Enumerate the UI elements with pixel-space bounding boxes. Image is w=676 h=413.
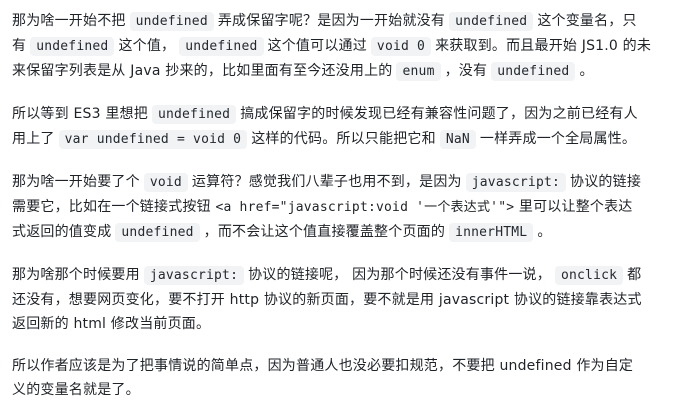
text-line: 用上了 var undefined = void 0 这样的代码。所以只能把它和 Na…	[12, 127, 664, 152]
text-run: 来获取到。而且最开始 JS1.0 的未	[435, 38, 652, 54]
text-run: 这个值，	[118, 38, 176, 54]
article-body: 那为啥一开始不把 undefined 弄成保留字呢？是因为一开始就没有 undefin…	[12, 9, 664, 402]
text-run: 用上了	[12, 131, 55, 147]
inline-code: enum	[396, 62, 441, 81]
inline-code: innerHTML	[449, 223, 534, 242]
text-line: 义的变量名就是了。	[12, 378, 664, 402]
text-run: 有	[12, 38, 27, 54]
inline-code: var undefined = void 0	[58, 130, 248, 149]
text-run: 所以作者应该是为了把事情说的简单点，因为普通人也没必要扣规范，不要把 undef…	[12, 358, 634, 374]
text-run: 。	[537, 224, 552, 240]
inline-code: void	[143, 173, 188, 192]
inline-code: undefined	[115, 223, 200, 242]
inline-code: undefined	[491, 62, 576, 81]
paragraph-4: 那为啥那个时候要用 javascript: 协议的链接呢， 因为那个时候还没有事件一…	[12, 263, 664, 336]
text-run: 返回新的 html 修改当前页面。	[12, 316, 211, 332]
inline-code: undefined	[129, 12, 214, 31]
inline-code: void 0	[370, 37, 432, 56]
text-run: 都	[627, 267, 642, 283]
text-run: 一样弄成一个全局属性。	[479, 131, 637, 147]
text-run: ，没有	[444, 63, 488, 79]
text-run: 需要它，比如在一个链接式按钮	[12, 199, 211, 215]
text-run: 这样的代码。所以只能把它和	[251, 131, 436, 147]
text-run: 运算符？感觉我们八辈子也用不到，是因为	[191, 174, 462, 190]
paragraph-2: 所以等到 ES3 里想把 undefined 搞成保留字的时候发现已经有兼容性问题了…	[12, 102, 664, 152]
paragraph-5: 所以作者应该是为了把事情说的简单点，因为普通人也没必要扣规范，不要把 undef…	[12, 354, 664, 402]
text-line: 有 undefined 这个值， undefined 这个值可以通过 void 0 来获取到…	[12, 34, 664, 59]
text-run: 来保留字列表是从 Java 抄来的，比如里面有至今还没用上的	[12, 63, 393, 79]
text-line: 式返回的值变成 undefined ，而不会让这个值直接覆盖整个页面的 innerHT…	[12, 220, 664, 245]
inline-code: javascript:	[465, 173, 567, 192]
text-run: 里可以让整个表达	[518, 199, 633, 215]
paragraph-1: 那为啥一开始不把 undefined 弄成保留字呢？是因为一开始就没有 undefin…	[12, 9, 664, 84]
text-run: 。	[579, 63, 594, 79]
text-line: 所以作者应该是为了把事情说的简单点，因为普通人也没必要扣规范，不要把 undef…	[12, 354, 664, 378]
text-run: 搞成保留字的时候发现已经有兼容性问题了，因为之前已经有人	[240, 106, 638, 122]
text-run: 那为啥那个时候要用	[12, 267, 140, 283]
text-line: 还没有，想要网页变化，要不打开 http 协议的新页面，要不就是用 javasc…	[12, 288, 664, 312]
text-run: 弄成保留字呢？是因为一开始就没有	[217, 13, 446, 29]
text-line: 返回新的 html 修改当前页面。	[12, 312, 664, 336]
text-run: 协议的链接	[570, 174, 642, 190]
inline-code: javascript:	[143, 266, 245, 285]
text-run: 所以等到 ES3 里想把	[12, 106, 148, 122]
inline-code: onclick	[554, 266, 624, 285]
inline-code: undefined	[151, 105, 237, 124]
inline-code: undefined	[449, 12, 534, 31]
text-run: 这个值可以通过	[267, 38, 367, 54]
text-line: 来保留字列表是从 Java 抄来的，比如里面有至今还没用上的 enum ，没有 und…	[12, 59, 664, 84]
text-run: 还没有，想要网页变化，要不打开 http 协议的新页面，要不就是用 javasc…	[12, 292, 642, 308]
text-run: 那为啥一开始要了个	[12, 174, 140, 190]
text-run: 协议的链接呢， 因为那个时候还没有事件一说，	[248, 267, 551, 283]
text-run: ，而不会让这个值直接覆盖整个页面的	[203, 224, 446, 240]
text-run: 义的变量名就是了。	[12, 382, 140, 398]
inline-markup: <a href="javascript:void '一个表达式'">	[215, 200, 515, 215]
inline-code: undefined	[30, 37, 115, 56]
text-line: 那为啥一开始要了个 void 运算符？感觉我们八辈子也用不到，是因为 javascri…	[12, 170, 664, 195]
text-line: 那为啥一开始不把 undefined 弄成保留字呢？是因为一开始就没有 undefin…	[12, 9, 664, 34]
text-run: 这个变量名，只	[537, 13, 637, 29]
paragraph-3: 那为啥一开始要了个 void 运算符？感觉我们八辈子也用不到，是因为 javascri…	[12, 170, 664, 245]
inline-code: NaN	[439, 130, 476, 149]
text-line: 需要它，比如在一个链接式按钮 <a href="javascript:void …	[12, 195, 664, 220]
text-run: 式返回的值变成	[12, 224, 112, 240]
text-line: 那为啥那个时候要用 javascript: 协议的链接呢， 因为那个时候还没有事件一…	[12, 263, 664, 288]
text-line: 所以等到 ES3 里想把 undefined 搞成保留字的时候发现已经有兼容性问题了…	[12, 102, 664, 127]
text-run: 那为啥一开始不把	[12, 13, 126, 29]
inline-code: undefined	[179, 37, 264, 56]
